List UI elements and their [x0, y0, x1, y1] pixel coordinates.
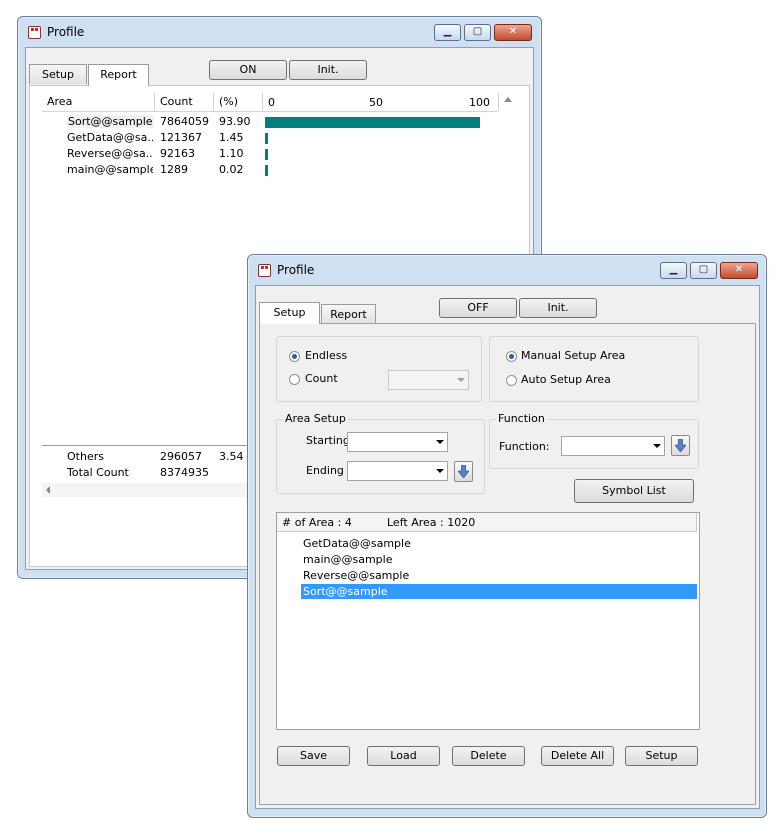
endless-radio[interactable] [289, 351, 300, 362]
minimize-button[interactable]: ▁ [434, 24, 461, 41]
area-list[interactable]: # of Area : 4 Left Area : 1020 GetData@@… [276, 512, 700, 730]
scroll-up-arrow-icon[interactable] [504, 97, 512, 102]
list-item[interactable]: GetData@@sample [301, 536, 411, 551]
manual-setup-area-radio[interactable] [506, 351, 517, 362]
num-of-area: # of Area : 4 [282, 516, 352, 529]
row-percent: 93.90 [219, 115, 251, 128]
column-graph[interactable]: 0 50 100 [263, 93, 499, 111]
ending-select[interactable] [347, 461, 448, 481]
endless-label: Endless [305, 349, 348, 362]
count-label: Count [305, 372, 338, 385]
init-button[interactable]: Init. [289, 60, 367, 80]
window-client: Setup Report OFF Init. Endless Count Man… [255, 285, 760, 809]
delete-button[interactable]: Delete [452, 746, 525, 766]
area-list-header: # of Area : 4 Left Area : 1020 [277, 513, 697, 532]
count-select[interactable] [388, 370, 469, 390]
scale-50: 50 [369, 96, 383, 109]
window-title: Profile [47, 25, 85, 39]
auto-setup-area-radio[interactable] [506, 375, 517, 386]
total-count-label: Total Count [67, 466, 129, 479]
total-count-value: 8374935 [160, 466, 209, 479]
row-area: main@@sample [67, 163, 153, 176]
row-count: 121367 [160, 131, 202, 144]
row-count: 92163 [160, 147, 195, 160]
scale-100: 100 [469, 96, 490, 109]
left-area: Left Area : 1020 [387, 516, 476, 529]
chevron-down-icon [653, 444, 661, 448]
tab-report[interactable]: Report [321, 304, 376, 324]
setup-button[interactable]: Setup [625, 746, 698, 766]
scroll-left-arrow-icon[interactable] [46, 486, 50, 494]
row-area: Sort@@sample [67, 115, 154, 128]
row-bar [265, 117, 481, 128]
app-icon: ▪▪ [28, 26, 41, 39]
column-count[interactable]: Count [155, 93, 214, 111]
chevron-down-icon [436, 440, 444, 444]
function-title: Function [496, 412, 547, 425]
symbol-list-button[interactable]: Symbol List [574, 479, 694, 503]
title-bar[interactable]: ▪▪ Profile ▁ ▢ ✕ [248, 255, 766, 285]
row-bar [265, 133, 269, 144]
off-button[interactable]: OFF [439, 298, 517, 318]
row-percent: 1.10 [219, 147, 244, 160]
tab-setup[interactable]: Setup [29, 64, 87, 84]
setup-area-mode-group: Manual Setup Area Auto Setup Area [489, 336, 699, 402]
chevron-down-icon [457, 378, 465, 382]
starting-select[interactable] [347, 432, 448, 452]
count-radio[interactable] [289, 374, 300, 385]
row-bar [265, 165, 268, 176]
close-button[interactable]: ✕ [720, 262, 758, 279]
delete-all-button[interactable]: Delete All [541, 746, 614, 766]
row-area: GetData@@sa... [67, 131, 153, 144]
load-button[interactable]: Load [367, 746, 440, 766]
manual-setup-area-label: Manual Setup Area [521, 349, 626, 362]
others-label: Others [67, 450, 104, 463]
others-count: 296057 [160, 450, 202, 463]
tab-report[interactable]: Report [88, 64, 149, 86]
maximize-button[interactable]: ▢ [464, 24, 491, 41]
function-select[interactable] [561, 436, 665, 456]
list-item[interactable]: main@@sample [301, 552, 392, 567]
row-bar [265, 149, 268, 160]
mode-group: Endless Count [276, 336, 482, 402]
column-area[interactable]: Area [42, 93, 155, 111]
area-setup-title: Area Setup [283, 412, 348, 425]
function-apply-button[interactable] [671, 435, 690, 456]
column-percent[interactable]: (%) [214, 93, 263, 111]
ending-apply-button[interactable] [454, 461, 473, 482]
tab-setup[interactable]: Setup [259, 302, 320, 324]
close-button[interactable]: ✕ [494, 24, 532, 41]
auto-setup-area-label: Auto Setup Area [521, 373, 611, 386]
arrow-down-icon [675, 439, 686, 452]
list-item[interactable]: Sort@@sample [301, 584, 697, 599]
row-percent: 0.02 [219, 163, 244, 176]
setup-panel: Endless Count Manual Setup Area Auto Set… [259, 323, 756, 805]
profile-setup-window: ▪▪ Profile ▁ ▢ ✕ Setup Report OFF Init. … [247, 254, 767, 818]
window-title: Profile [277, 263, 315, 277]
row-count: 7864059 [160, 115, 209, 128]
on-button[interactable]: ON [209, 60, 287, 80]
row-count: 1289 [160, 163, 188, 176]
app-icon: ▪▪ [258, 264, 271, 277]
function-label: Function: [499, 440, 550, 453]
others-percent: 3.54 [219, 450, 244, 463]
maximize-button[interactable]: ▢ [690, 262, 717, 279]
list-item[interactable]: Reverse@@sample [301, 568, 409, 583]
starting-label: Starting [306, 434, 350, 447]
minimize-button[interactable]: ▁ [660, 262, 687, 279]
header-divider [42, 111, 498, 112]
row-percent: 1.45 [219, 131, 244, 144]
function-group: Function Function: [489, 412, 699, 469]
ending-label: Ending [306, 464, 344, 477]
title-bar[interactable]: ▪▪ Profile ▁ ▢ ✕ [18, 17, 541, 47]
init-button[interactable]: Init. [519, 298, 597, 318]
save-button[interactable]: Save [277, 746, 350, 766]
arrow-down-icon [458, 465, 469, 478]
area-setup-group: Area Setup Starting Ending [276, 412, 485, 494]
row-area: Reverse@@sa... [67, 147, 153, 160]
chevron-down-icon [436, 469, 444, 473]
scale-0: 0 [268, 96, 275, 109]
